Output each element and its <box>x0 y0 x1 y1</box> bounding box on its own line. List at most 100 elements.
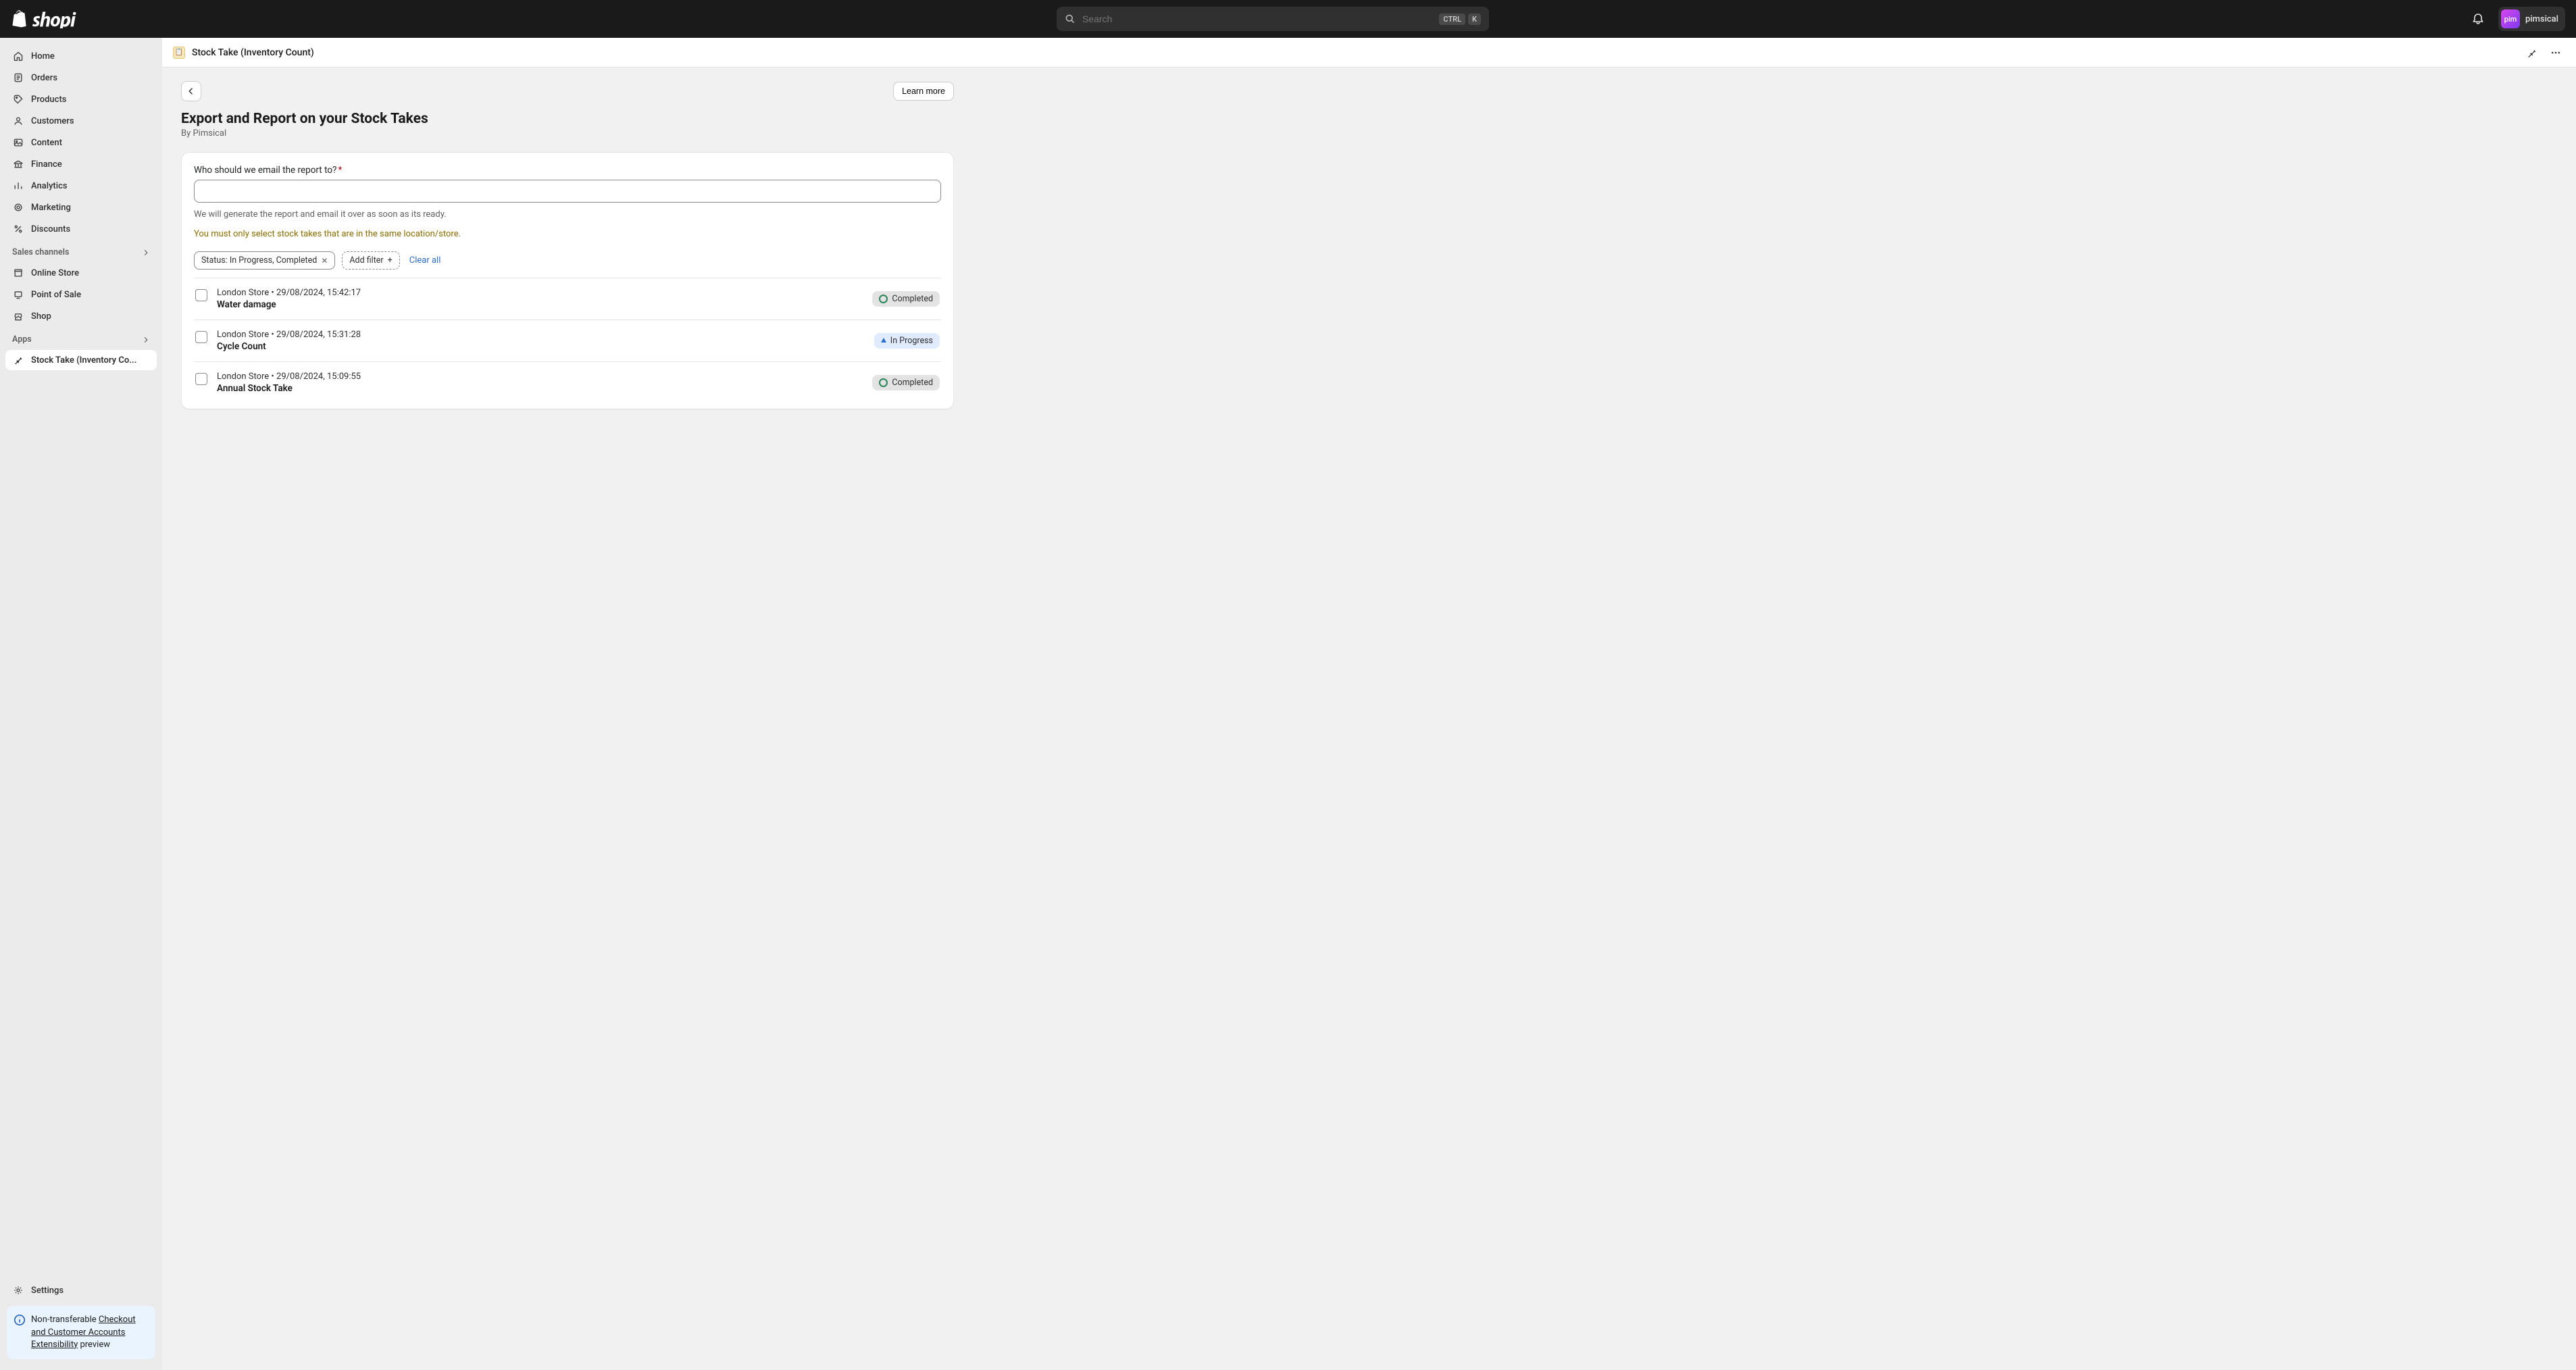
nav-marketing[interactable]: Marketing <box>5 197 157 218</box>
pos-icon <box>12 288 24 301</box>
preview-notice: Non-transferable Checkout and Customer A… <box>7 1306 155 1359</box>
filter-bar: Status: In Progress, Completed ✕ Add fil… <box>194 251 941 278</box>
nav-label: Content <box>31 138 62 148</box>
nav-home[interactable]: Home <box>5 46 157 66</box>
app-header: 📋 Stock Take (Inventory Count) <box>162 38 2576 68</box>
section-label: Sales channels <box>12 247 69 257</box>
plus-icon: + <box>388 255 393 265</box>
chip-label: Add filter <box>349 255 383 265</box>
row-meta: London Store • 29/08/2024, 15:31:28 <box>217 330 865 340</box>
orders-icon <box>12 72 24 84</box>
row-meta: London Store • 29/08/2024, 15:42:17 <box>217 288 863 298</box>
clear-all-filters[interactable]: Clear all <box>409 255 441 265</box>
status-badge: In Progress <box>874 333 940 349</box>
target-icon <box>12 201 24 213</box>
learn-more-button[interactable]: Learn more <box>893 82 954 101</box>
nav-app-stock-take[interactable]: Stock Take (Inventory Co... <box>5 350 157 370</box>
user-menu[interactable]: pim pimsical <box>2498 7 2565 31</box>
notice-text-1: Non-transferable <box>31 1315 99 1325</box>
stock-take-list: London Store • 29/08/2024, 15:42:17 Wate… <box>194 278 941 403</box>
shop-icon <box>12 310 24 322</box>
nav-orders[interactable]: Orders <box>5 68 157 88</box>
list-item[interactable]: London Store • 29/08/2024, 15:42:17 Wate… <box>194 278 941 320</box>
more-actions-button[interactable] <box>2546 43 2565 62</box>
nav-label: Discounts <box>31 224 70 234</box>
nav-customers[interactable]: Customers <box>5 111 157 131</box>
row-meta: London Store • 29/08/2024, 15:09:55 <box>217 372 863 382</box>
topbar: CTRL K pim pimsical <box>0 0 2576 38</box>
helper-text: We will generate the report and email it… <box>194 209 941 220</box>
row-title: Water damage <box>217 299 863 310</box>
warning-text: You must only select stock takes that ar… <box>194 229 941 239</box>
chip-label: Status: In Progress, Completed <box>201 255 317 265</box>
nav-label: Point of Sale <box>31 290 81 300</box>
notice-text-2: preview <box>78 1340 110 1350</box>
nav-analytics[interactable]: Analytics <box>5 176 157 196</box>
nav-label: Shop <box>31 311 51 322</box>
nav-label: Analytics <box>31 181 68 191</box>
person-icon <box>12 115 24 127</box>
remove-filter-icon[interactable]: ✕ <box>321 256 328 265</box>
notifications-icon[interactable] <box>2467 8 2489 30</box>
pin-icon <box>12 354 24 366</box>
nav-point-of-sale[interactable]: Point of Sale <box>5 284 157 305</box>
status-badge: Completed <box>872 375 940 390</box>
back-button[interactable] <box>181 81 201 101</box>
nav-discounts[interactable]: Discounts <box>5 219 157 239</box>
row-checkbox[interactable] <box>195 331 207 343</box>
bank-icon <box>12 158 24 170</box>
status-filter-chip[interactable]: Status: In Progress, Completed ✕ <box>194 251 335 270</box>
search-icon <box>1065 14 1076 24</box>
nav-label: Stock Take (Inventory Co... <box>31 355 136 365</box>
global-search[interactable]: CTRL K <box>1057 7 1489 31</box>
nav-products[interactable]: Products <box>5 89 157 109</box>
store-icon <box>12 267 24 279</box>
main-area: 📋 Stock Take (Inventory Count) Learn mor… <box>162 38 2576 1370</box>
section-sales-channels[interactable]: Sales channels <box>5 240 157 261</box>
section-apps[interactable]: Apps <box>5 328 157 349</box>
nav-settings[interactable]: Settings <box>5 1280 157 1300</box>
status-badge: Completed <box>872 291 940 307</box>
image-icon <box>12 136 24 149</box>
search-input[interactable] <box>1082 14 1432 24</box>
nav-shop[interactable]: Shop <box>5 306 157 326</box>
report-card: Who should we email the report to?* We w… <box>181 152 954 409</box>
section-label: Apps <box>12 334 32 345</box>
row-checkbox[interactable] <box>195 373 207 385</box>
username: pimsical <box>2525 14 2558 24</box>
tag-icon <box>12 93 24 105</box>
list-item[interactable]: London Store • 29/08/2024, 15:09:55 Annu… <box>194 362 941 403</box>
chart-icon <box>12 180 24 192</box>
sidebar: Home Orders Products Customers Content F… <box>0 38 162 1370</box>
chevron-right-icon <box>142 336 150 344</box>
add-filter-button[interactable]: Add filter + <box>342 251 399 270</box>
search-shortcut: CTRL K <box>1439 14 1481 25</box>
nav-label: Finance <box>31 159 62 170</box>
row-checkbox[interactable] <box>195 289 207 301</box>
chevron-right-icon <box>142 249 150 257</box>
email-field[interactable] <box>194 180 941 203</box>
home-icon <box>12 50 24 62</box>
row-title: Annual Stock Take <box>217 383 863 394</box>
row-title: Cycle Count <box>217 341 865 352</box>
avatar: pim <box>2501 9 2520 28</box>
app-title: Stock Take (Inventory Count) <box>192 47 314 58</box>
nav-content[interactable]: Content <box>5 132 157 153</box>
info-icon <box>14 1314 26 1326</box>
byline: By Pimsical <box>181 128 954 138</box>
nav-label: Settings <box>31 1286 64 1296</box>
app-badge-icon: 📋 <box>173 47 185 59</box>
nav-label: Products <box>31 95 66 105</box>
nav-finance[interactable]: Finance <box>5 154 157 174</box>
nav-label: Marketing <box>31 203 71 213</box>
pin-button[interactable] <box>2522 43 2541 62</box>
nav-label: Home <box>31 51 55 61</box>
percent-icon <box>12 223 24 235</box>
list-item[interactable]: London Store • 29/08/2024, 15:31:28 Cycl… <box>194 320 941 362</box>
nav-label: Orders <box>31 73 57 83</box>
nav-online-store[interactable]: Online Store <box>5 263 157 283</box>
page-title: Export and Report on your Stock Takes <box>181 111 954 127</box>
shopify-logo[interactable] <box>11 9 78 28</box>
nav-label: Customers <box>31 116 74 126</box>
gear-icon <box>12 1284 24 1296</box>
